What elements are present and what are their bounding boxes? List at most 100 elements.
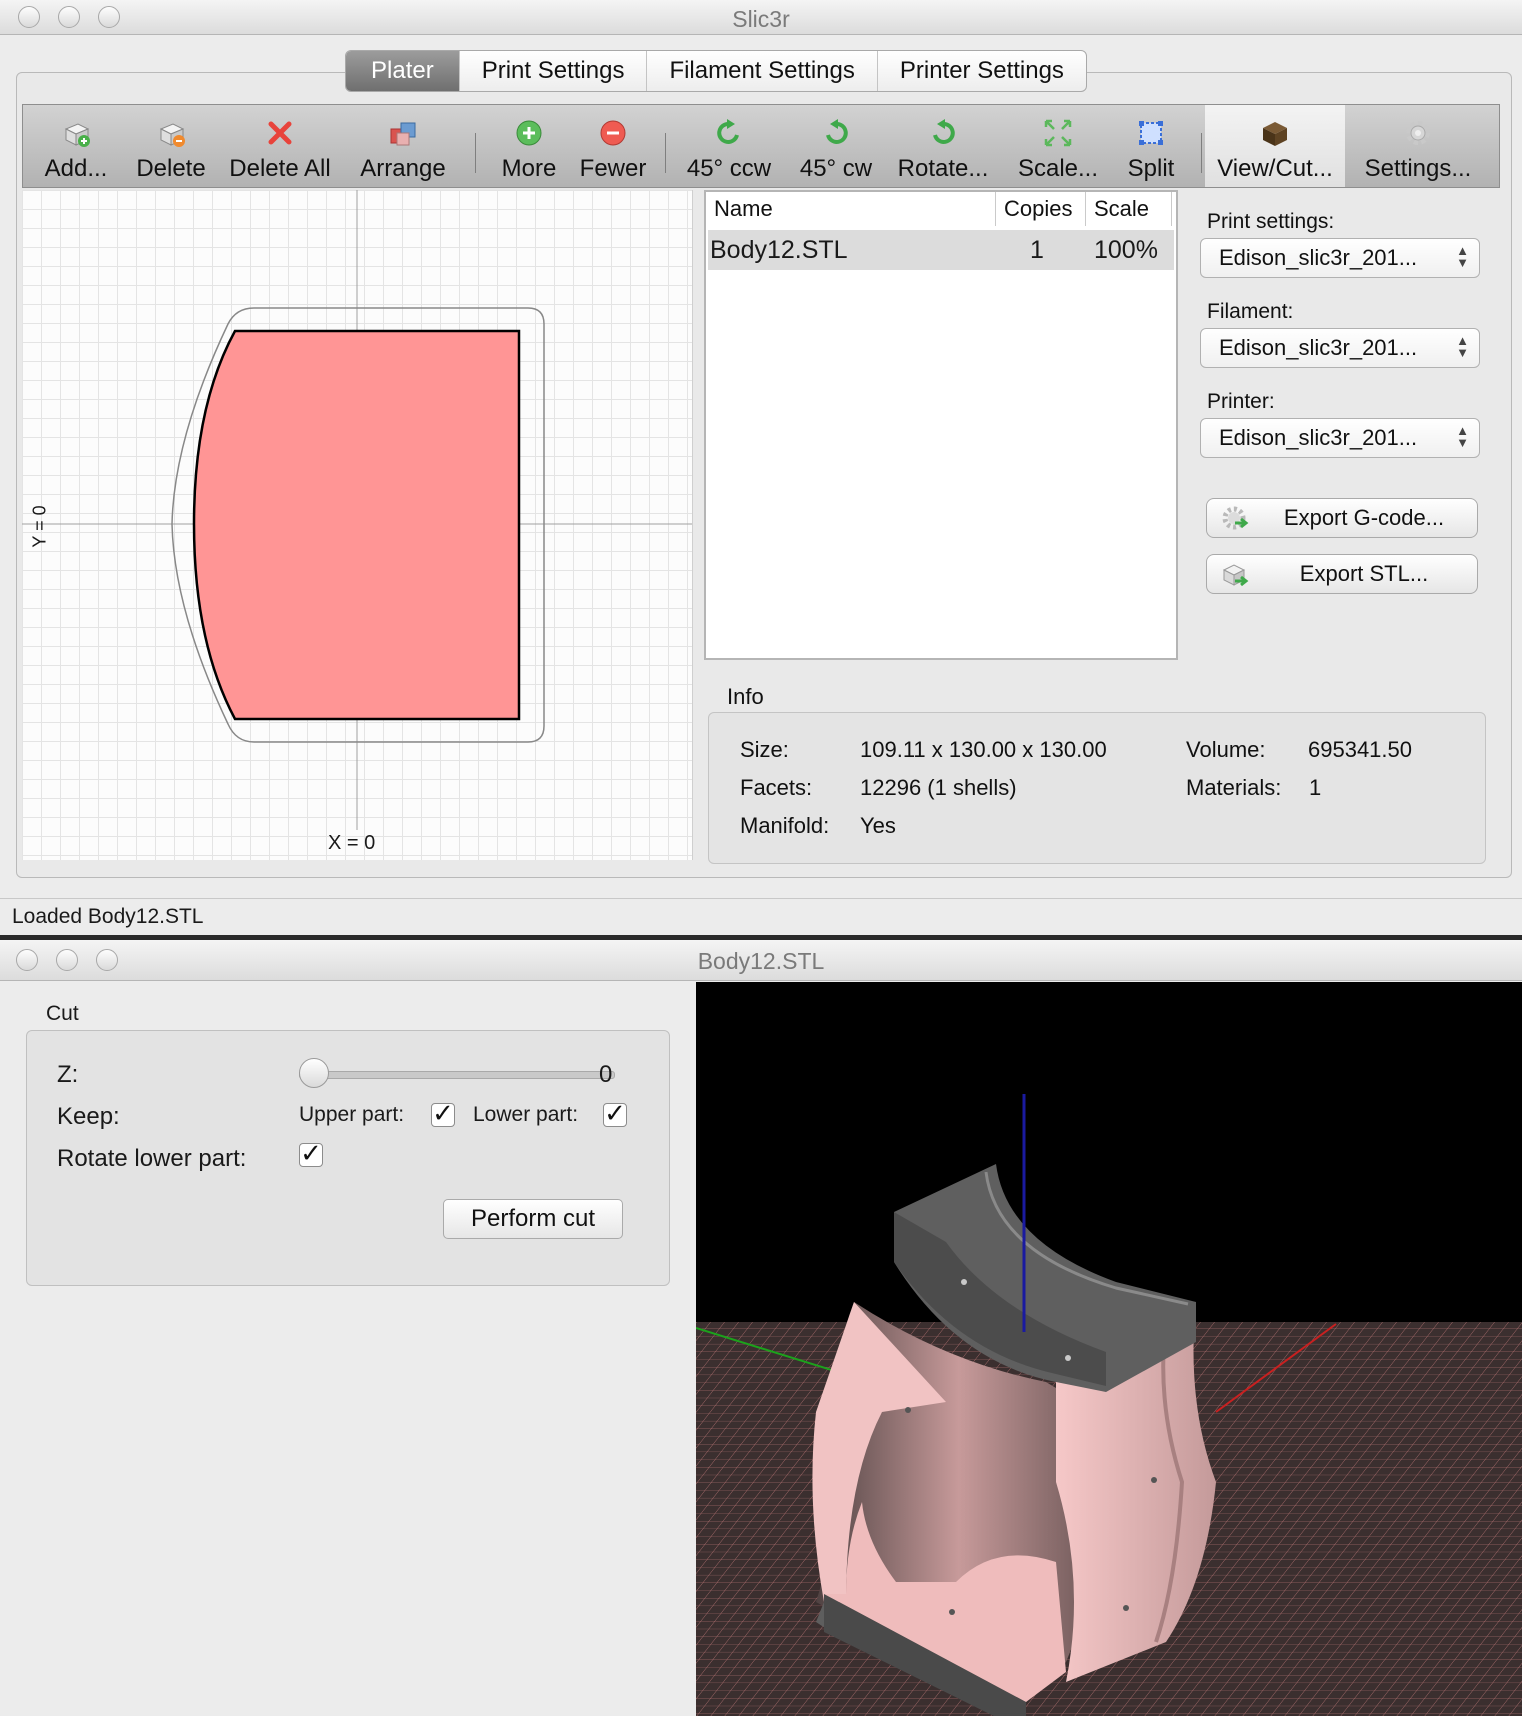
delete-object-icon [159, 123, 185, 147]
cut-window-title: Body12.STL [697, 948, 825, 974]
more-button[interactable]: More [489, 105, 569, 187]
view-cut-button-label: View/Cut... [1217, 155, 1333, 182]
volume-label: Volume: [1186, 737, 1266, 762]
lower-part-checkbox[interactable]: ✓ [603, 1100, 627, 1127]
settings-button[interactable]: Settings... [1353, 105, 1483, 187]
scale-button[interactable]: Scale... [1011, 105, 1105, 187]
rotate-ccw-button[interactable]: 45° ccw [677, 105, 781, 187]
export-gcode-icon [1222, 506, 1249, 530]
print-settings-value: Edison_slic3r_201... [1219, 245, 1418, 270]
add-object-icon [64, 123, 90, 147]
z-slider-track[interactable] [299, 1071, 615, 1079]
minus-circle-icon [600, 120, 626, 146]
mount-hole [1123, 1605, 1129, 1611]
gear-icon [1406, 121, 1430, 145]
filament-value: Edison_slic3r_201... [1219, 335, 1418, 360]
export-stl-label: Export STL... [1299, 561, 1429, 586]
rotate-cw-button[interactable]: 45° cw [789, 105, 883, 187]
delete-all-x-icon [268, 121, 292, 145]
3d-scene [696, 1094, 1522, 1716]
upper-part-label: Upper part: [299, 1103, 405, 1126]
plater-toolbar: Add... Delete Delete All Arrange More Fe… [22, 104, 1500, 188]
keep-label: Keep: [57, 1103, 120, 1130]
object-footprint[interactable] [192, 329, 521, 721]
y-axis-label-holder: Y = 0 [24, 502, 54, 552]
rotate-ccw-button-label: 45° ccw [686, 155, 772, 182]
cube-icon [1263, 122, 1287, 146]
tab-print-settings[interactable]: Print Settings [458, 51, 647, 91]
scale-button-label: Scale... [1017, 155, 1099, 182]
tab-plater[interactable]: Plater [346, 51, 459, 91]
column-header-name[interactable]: Name [706, 192, 996, 226]
row-scale: 100% [1094, 236, 1158, 264]
lower-part-label: Lower part: [473, 1103, 579, 1126]
tab-printer-settings[interactable]: Printer Settings [876, 51, 1086, 91]
print-settings-label: Print settings: [1207, 210, 1335, 233]
add-button[interactable]: Add... [31, 105, 121, 187]
printer-select[interactable]: Edison_slic3r_201... ▲ ▼ [1200, 418, 1480, 458]
delete-button-label: Delete [136, 155, 206, 182]
checkmark-icon: ✓ [432, 1098, 454, 1128]
cut-window: Body12.STL Cut Z: 0 Keep: Upper part: ✓ … [0, 940, 1522, 1716]
info-heading: Info [727, 684, 764, 709]
mount-hole [961, 1279, 967, 1285]
mount-hole [905, 1407, 911, 1413]
toolbar-separator [665, 133, 666, 173]
table-row[interactable]: Body12.STL 1 100% [708, 230, 1174, 270]
facets-value: 12296 (1 shells) [860, 775, 1017, 800]
column-header-scale[interactable]: Scale [1086, 192, 1172, 226]
main-titlebar: Slic3r [0, 0, 1522, 35]
select-arrows-icon: ▲ ▼ [1456, 423, 1469, 450]
facets-label: Facets: [740, 775, 813, 800]
cut-group: Z: 0 Keep: Upper part: ✓ Lower part: ✓ R… [26, 1030, 670, 1286]
rotate-button[interactable]: Rotate... [891, 105, 995, 187]
object-list[interactable]: Name Copies Scale Body12.STL 1 100% [704, 190, 1178, 660]
3d-preview-viewport[interactable] [696, 982, 1522, 1716]
toolbar-separator [475, 133, 476, 173]
split-button[interactable]: Split [1113, 105, 1189, 187]
mount-hole [949, 1609, 955, 1615]
delete-button[interactable]: Delete [127, 105, 215, 187]
plus-circle-icon [516, 120, 542, 146]
printer-value: Edison_slic3r_201... [1219, 425, 1418, 450]
tab-filament-settings[interactable]: Filament Settings [646, 51, 876, 91]
select-arrows-icon: ▲ ▼ [1456, 333, 1469, 360]
perform-cut-button[interactable]: Perform cut [443, 1199, 623, 1239]
fewer-button-label: Fewer [579, 155, 647, 182]
info-panel: Size: 109.11 x 130.00 x 130.00 Volume: 6… [708, 712, 1486, 864]
rotate-button-label: Rotate... [897, 155, 989, 182]
export-stl-icon [1222, 564, 1249, 587]
size-value: 109.11 x 130.00 x 130.00 [860, 737, 1107, 762]
rotate-icon [933, 119, 955, 144]
y-axis-label: Y = 0 [29, 505, 50, 548]
manifold-value: Yes [860, 813, 896, 838]
upper-part-checkbox[interactable]: ✓ [431, 1100, 455, 1127]
printer-label: Printer: [1207, 390, 1275, 413]
plater-drawing [22, 190, 692, 830]
view-cut-button[interactable]: View/Cut... [1205, 105, 1345, 187]
materials-label: Materials: [1186, 775, 1282, 800]
settings-button-label: Settings... [1364, 155, 1472, 182]
volume-value: 695341.50 [1308, 737, 1412, 762]
z-slider-handle[interactable] [299, 1058, 329, 1088]
mount-hole [1065, 1355, 1071, 1361]
delete-all-button[interactable]: Delete All [221, 105, 339, 187]
add-button-label: Add... [44, 155, 108, 182]
export-stl-button[interactable]: Export STL... [1206, 554, 1478, 594]
print-settings-select[interactable]: Edison_slic3r_201... ▲ ▼ [1200, 238, 1480, 278]
arrange-button[interactable]: Arrange [353, 105, 453, 187]
arrange-icon [390, 122, 416, 146]
plater-canvas[interactable]: Y = 0 X = 0 [22, 190, 693, 860]
export-gcode-button[interactable]: Export G-code... [1206, 498, 1478, 538]
filament-label: Filament: [1207, 300, 1294, 323]
rotate-cw-icon [826, 119, 848, 144]
z-value: 0 [599, 1061, 613, 1088]
cut-group-label: Cut [46, 1002, 79, 1025]
main-window: Slic3r Plater Print Settings Filament Se… [0, 0, 1522, 935]
column-header-copies[interactable]: Copies [996, 192, 1086, 226]
cut-titlebar: Body12.STL [0, 940, 1522, 981]
fewer-button[interactable]: Fewer [573, 105, 653, 187]
filament-select[interactable]: Edison_slic3r_201... ▲ ▼ [1200, 328, 1480, 368]
checkmark-icon: ✓ [604, 1098, 626, 1128]
rotate-lower-checkbox[interactable]: ✓ [299, 1140, 323, 1167]
